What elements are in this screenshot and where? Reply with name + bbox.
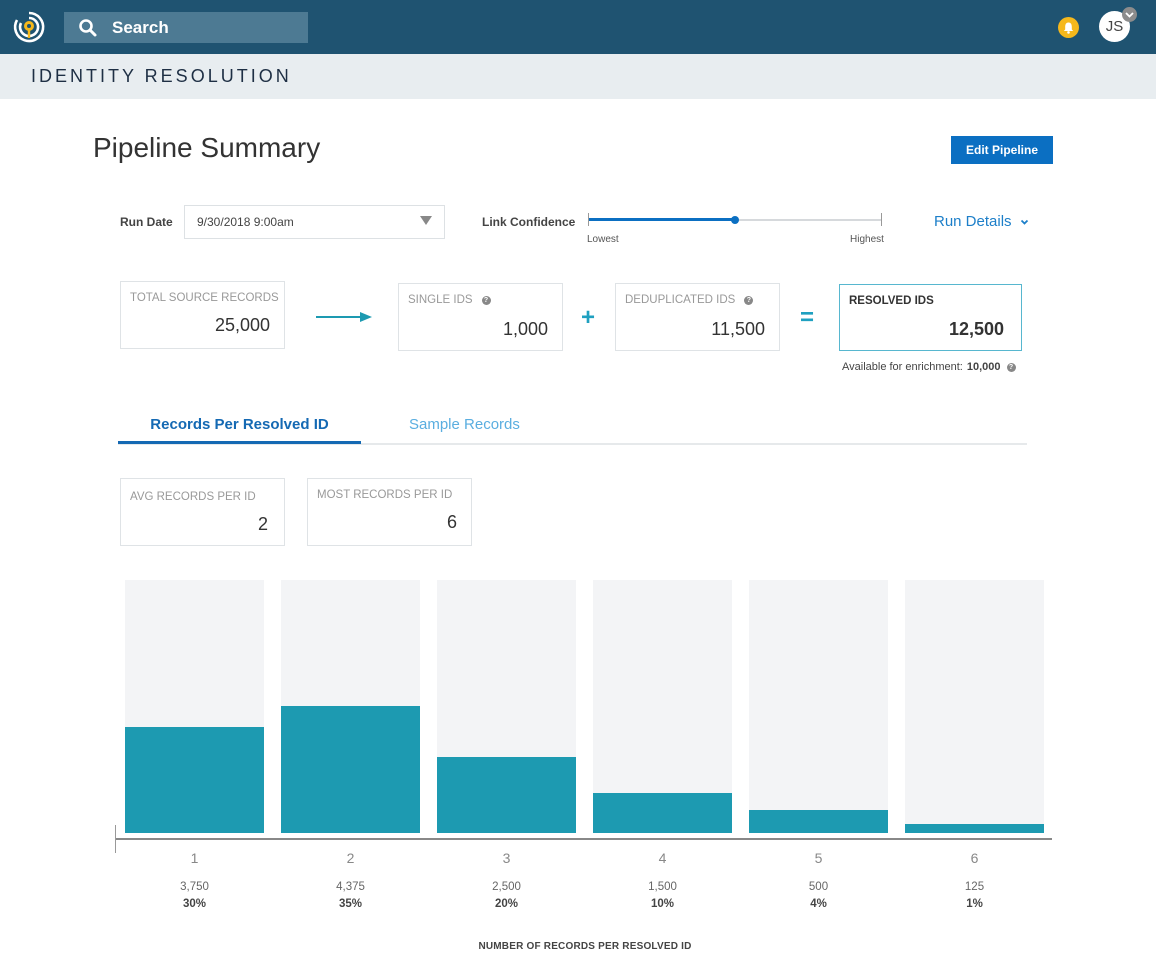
search-input[interactable]: Search — [64, 12, 308, 43]
stat-value: 25,000 — [214, 315, 270, 335]
bar-4[interactable] — [593, 793, 732, 833]
help-icon[interactable]: ? — [481, 295, 491, 305]
enrichment-value: 10,000 — [966, 361, 1001, 373]
stat-label-text: SINGLE IDS — [408, 294, 473, 306]
run-date-label: Run Date — [120, 215, 173, 229]
deduplicated-ids-card: DEDUPLICATED IDS ? 11,500 — [615, 283, 780, 351]
bar-count-label: 500 — [808, 881, 829, 893]
slider-min-tick — [588, 213, 589, 226]
user-menu-toggle[interactable] — [1122, 7, 1137, 22]
stat-value: 1,000 — [502, 319, 548, 339]
most-records-card: MOST RECORDS PER ID 6 — [307, 478, 472, 546]
stat-label: RESOLVED IDS — [849, 295, 934, 307]
bar-2[interactable] — [281, 706, 420, 833]
bar-count-label: 1,500 — [648, 881, 677, 893]
x-tick-label: 2 — [346, 850, 355, 866]
bar-track-6 — [905, 580, 1044, 833]
bar-track-4 — [593, 580, 732, 833]
bar-percent-label: 1% — [966, 898, 983, 910]
run-details-label: Run Details — [934, 213, 1012, 230]
bar-1[interactable] — [125, 727, 264, 833]
stat-label-text: DEDUPLICATED IDS — [625, 294, 736, 306]
enrichment-note: Available for enrichment: 10,000 ? — [842, 361, 1016, 373]
bar-count-label: 125 — [964, 881, 985, 893]
bar-percent-label: 30% — [182, 898, 207, 910]
stat-value: 12,500 — [948, 319, 1004, 339]
bar-track-3 — [437, 580, 576, 833]
x-axis — [115, 838, 1052, 840]
enrichment-label: Available for enrichment: — [842, 361, 963, 373]
link-confidence-slider[interactable] — [588, 213, 882, 229]
bar-6[interactable] — [905, 824, 1044, 833]
slider-fill — [588, 218, 735, 221]
bar-percent-label: 4% — [810, 898, 827, 910]
bar-track-1 — [125, 580, 264, 833]
chevron-down-icon — [1020, 219, 1028, 225]
avg-records-card: AVG RECORDS PER ID 2 — [120, 478, 285, 546]
bar-count-label: 4,375 — [336, 881, 365, 893]
page-title: Pipeline Summary — [93, 132, 321, 163]
bar-count-label: 2,500 — [492, 881, 521, 893]
plus-operator: + — [581, 304, 596, 331]
bar-track-5 — [749, 580, 888, 833]
link-confidence-label: Link Confidence — [482, 215, 576, 229]
x-tick-label: 5 — [814, 850, 823, 866]
dropdown-caret-icon — [420, 216, 432, 225]
x-tick-label: 3 — [502, 850, 511, 866]
slider-max-tick — [881, 213, 882, 226]
stat-label: MOST RECORDS PER ID — [317, 489, 453, 501]
stat-label: AVG RECORDS PER ID — [130, 491, 256, 503]
resolved-ids-card: RESOLVED IDS 12,500 — [839, 284, 1022, 351]
slider-low-label: Lowest — [587, 234, 619, 245]
single-ids-card: SINGLE IDS ? 1,000 — [398, 283, 563, 351]
stat-value: 11,500 — [711, 319, 765, 339]
search-icon — [79, 18, 97, 36]
chevron-down-icon — [1125, 11, 1134, 18]
total-source-records-card: TOTAL SOURCE RECORDS 25,000 — [120, 281, 285, 349]
slider-high-label: Highest — [850, 234, 884, 245]
bar-5[interactable] — [749, 810, 888, 833]
bell-icon — [1063, 22, 1074, 34]
x-tick-label: 1 — [190, 850, 199, 866]
bar-percent-label: 35% — [338, 898, 363, 910]
top-nav-bar: Search JS — [0, 0, 1156, 54]
stat-value: 2 — [257, 514, 268, 534]
stat-value: 6 — [446, 512, 457, 532]
run-date-select[interactable]: 9/30/2018 9:00am — [184, 205, 445, 239]
section-title: IDENTITY RESOLUTION — [31, 66, 292, 86]
run-date-value: 9/30/2018 9:00am — [197, 215, 294, 229]
run-details-toggle[interactable]: Run Details — [934, 213, 1029, 230]
slider-thumb[interactable] — [731, 216, 739, 224]
bar-count-label: 3,750 — [180, 881, 209, 893]
section-header: IDENTITY RESOLUTION — [0, 54, 1156, 99]
help-icon[interactable]: ? — [744, 295, 754, 305]
search-placeholder: Search — [112, 17, 169, 37]
stat-label: DEDUPLICATED IDS ? — [625, 294, 754, 306]
records-per-id-chart: NUMBER OF RECORDS PER RESOLVED ID 1 3,750… — [115, 580, 1055, 960]
x-tick-label: 6 — [970, 850, 979, 866]
x-axis-label: NUMBER OF RECORDS PER RESOLVED ID — [478, 941, 692, 952]
help-icon[interactable]: ? — [1006, 362, 1016, 372]
bar-3[interactable] — [437, 757, 576, 833]
app-logo-icon[interactable] — [12, 10, 46, 44]
x-tick-label: 4 — [658, 850, 667, 866]
equals-operator: = — [800, 304, 815, 331]
arrow-right-icon — [316, 312, 372, 322]
notifications-button[interactable] — [1058, 17, 1079, 38]
stat-label: SINGLE IDS ? — [408, 294, 491, 306]
tab-sample-records[interactable]: Sample Records — [409, 416, 520, 433]
stat-label: TOTAL SOURCE RECORDS — [130, 292, 279, 304]
bar-percent-label: 20% — [494, 898, 519, 910]
tab-records-per-resolved-id[interactable]: Records Per Resolved ID — [118, 416, 361, 444]
bar-track-2 — [281, 580, 420, 833]
y-axis-stub — [115, 825, 116, 853]
edit-pipeline-button[interactable]: Edit Pipeline — [951, 136, 1053, 164]
bar-percent-label: 10% — [650, 898, 675, 910]
